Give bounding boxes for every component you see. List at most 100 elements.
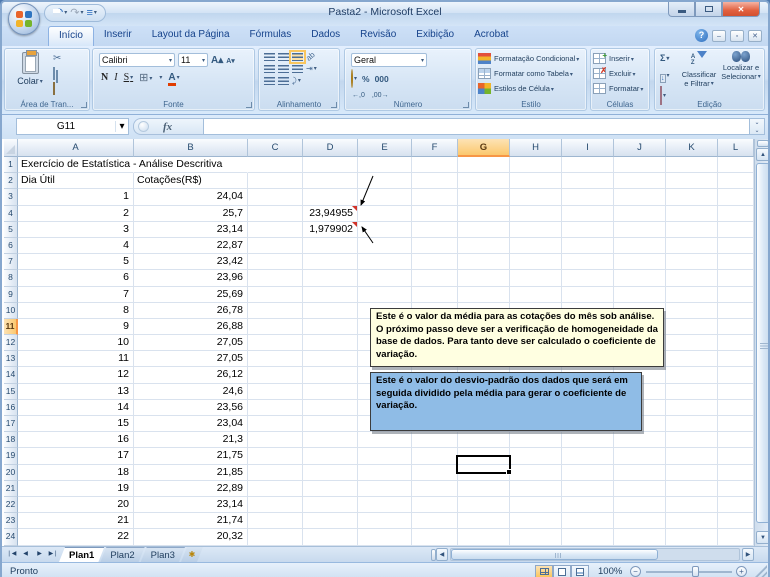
zoom-out-button[interactable]: −: [630, 566, 641, 577]
number-format-combo[interactable]: Geral: [351, 53, 427, 67]
sheet-tab-plan2[interactable]: Plan2: [100, 547, 144, 562]
resize-grip[interactable]: [754, 565, 767, 577]
cell-A15[interactable]: 13: [18, 384, 134, 400]
cell-J1[interactable]: [614, 157, 666, 173]
cell-K4[interactable]: [666, 206, 718, 222]
cell-C4[interactable]: [248, 206, 303, 222]
ribbon-tab-layout-da-página[interactable]: Layout da Página: [142, 26, 240, 46]
cell-D2[interactable]: [303, 173, 358, 189]
ribbon-tab-inserir[interactable]: Inserir: [94, 26, 142, 46]
cell-I22[interactable]: [562, 497, 614, 513]
cell-B19[interactable]: 21,75: [134, 448, 248, 464]
cell-C12[interactable]: [248, 335, 303, 351]
scroll-right-button[interactable]: ▶: [742, 548, 754, 561]
cell-K7[interactable]: [666, 254, 718, 270]
view-page-break-button[interactable]: [571, 565, 589, 577]
cell-I1[interactable]: [562, 157, 614, 173]
row-header-11[interactable]: 11: [4, 319, 18, 335]
row-header-3[interactable]: 3: [4, 189, 18, 205]
cell-G6[interactable]: [458, 238, 510, 254]
cell-C21[interactable]: [248, 481, 303, 497]
row-header-12[interactable]: 12: [4, 335, 18, 351]
cell-L19[interactable]: [718, 448, 754, 464]
cell-H5[interactable]: [510, 222, 562, 238]
align-middle-icon[interactable]: [278, 53, 289, 61]
sheet-tab-plan3[interactable]: Plan3: [141, 547, 185, 562]
cell-L8[interactable]: [718, 270, 754, 286]
cell-B1[interactable]: [134, 157, 248, 173]
column-header-H[interactable]: H: [510, 139, 562, 157]
cell-H22[interactable]: [510, 497, 562, 513]
cell-D5[interactable]: 1,979902: [303, 222, 358, 238]
cell-H2[interactable]: [510, 173, 562, 189]
cell-B10[interactable]: 26,78: [134, 303, 248, 319]
office-button[interactable]: [8, 3, 40, 35]
cell-G5[interactable]: [458, 222, 510, 238]
cell-L23[interactable]: [718, 513, 754, 529]
cell-E24[interactable]: [358, 529, 412, 545]
first-sheet-button[interactable]: ❘◀: [5, 548, 18, 561]
cell-I5[interactable]: [562, 222, 614, 238]
cell-D21[interactable]: [303, 481, 358, 497]
workbook-minimize-button[interactable]: –: [712, 30, 726, 42]
cell-C7[interactable]: [248, 254, 303, 270]
scroll-down-button[interactable]: ▼: [756, 531, 770, 544]
cell-K24[interactable]: [666, 529, 718, 545]
cell-F18[interactable]: [412, 432, 458, 448]
cell-G2[interactable]: [458, 173, 510, 189]
cell-G23[interactable]: [458, 513, 510, 529]
cell-C6[interactable]: [248, 238, 303, 254]
cell-I3[interactable]: [562, 189, 614, 205]
cell-B22[interactable]: 23,14: [134, 497, 248, 513]
cell-L18[interactable]: [718, 432, 754, 448]
cell-G21[interactable]: [458, 481, 510, 497]
cell-J5[interactable]: [614, 222, 666, 238]
cell-A1[interactable]: Exercício de Estatística - Análise Descr…: [18, 157, 134, 173]
cell-A14[interactable]: 12: [18, 367, 134, 383]
cell-A20[interactable]: 18: [18, 465, 134, 481]
cell-F9[interactable]: [412, 287, 458, 303]
cell-H4[interactable]: [510, 206, 562, 222]
cell-G4[interactable]: [458, 206, 510, 222]
cell-J19[interactable]: [614, 448, 666, 464]
cell-A9[interactable]: 7: [18, 287, 134, 303]
cell-L6[interactable]: [718, 238, 754, 254]
zoom-slider-thumb[interactable]: [692, 566, 699, 577]
cell-J8[interactable]: [614, 270, 666, 286]
cell-H23[interactable]: [510, 513, 562, 529]
cell-I23[interactable]: [562, 513, 614, 529]
cell-C18[interactable]: [248, 432, 303, 448]
cell-I21[interactable]: [562, 481, 614, 497]
cell-K3[interactable]: [666, 189, 718, 205]
cell-K5[interactable]: [666, 222, 718, 238]
cell-K15[interactable]: [666, 384, 718, 400]
cell-E4[interactable]: [358, 206, 412, 222]
cell-D7[interactable]: [303, 254, 358, 270]
cell-K18[interactable]: [666, 432, 718, 448]
cell-D11[interactable]: [303, 319, 358, 335]
row-header-16[interactable]: 16: [4, 400, 18, 416]
cell-I18[interactable]: [562, 432, 614, 448]
cell-B11[interactable]: 26,88: [134, 319, 248, 335]
column-header-E[interactable]: E: [358, 139, 412, 157]
cell-C3[interactable]: [248, 189, 303, 205]
cell-K6[interactable]: [666, 238, 718, 254]
ribbon-tab-dados[interactable]: Dados: [301, 26, 350, 46]
column-header-B[interactable]: B: [134, 139, 248, 157]
cell-H8[interactable]: [510, 270, 562, 286]
row-header-23[interactable]: 23: [4, 513, 18, 529]
cell-D12[interactable]: [303, 335, 358, 351]
cell-D6[interactable]: [303, 238, 358, 254]
cell-J18[interactable]: [614, 432, 666, 448]
comma-style-button[interactable]: 000: [375, 74, 389, 84]
cell-B21[interactable]: 22,89: [134, 481, 248, 497]
formula-input[interactable]: [203, 118, 750, 135]
cell-B3[interactable]: 24,04: [134, 189, 248, 205]
cell-L20[interactable]: [718, 465, 754, 481]
fill-color-button[interactable]: [158, 72, 162, 83]
zoom-in-button[interactable]: +: [736, 566, 747, 577]
sheet-tab-plan1[interactable]: Plan1: [59, 547, 104, 562]
cell-C2[interactable]: [248, 173, 303, 189]
cell-F3[interactable]: [412, 189, 458, 205]
next-sheet-button[interactable]: ▶: [33, 548, 46, 561]
